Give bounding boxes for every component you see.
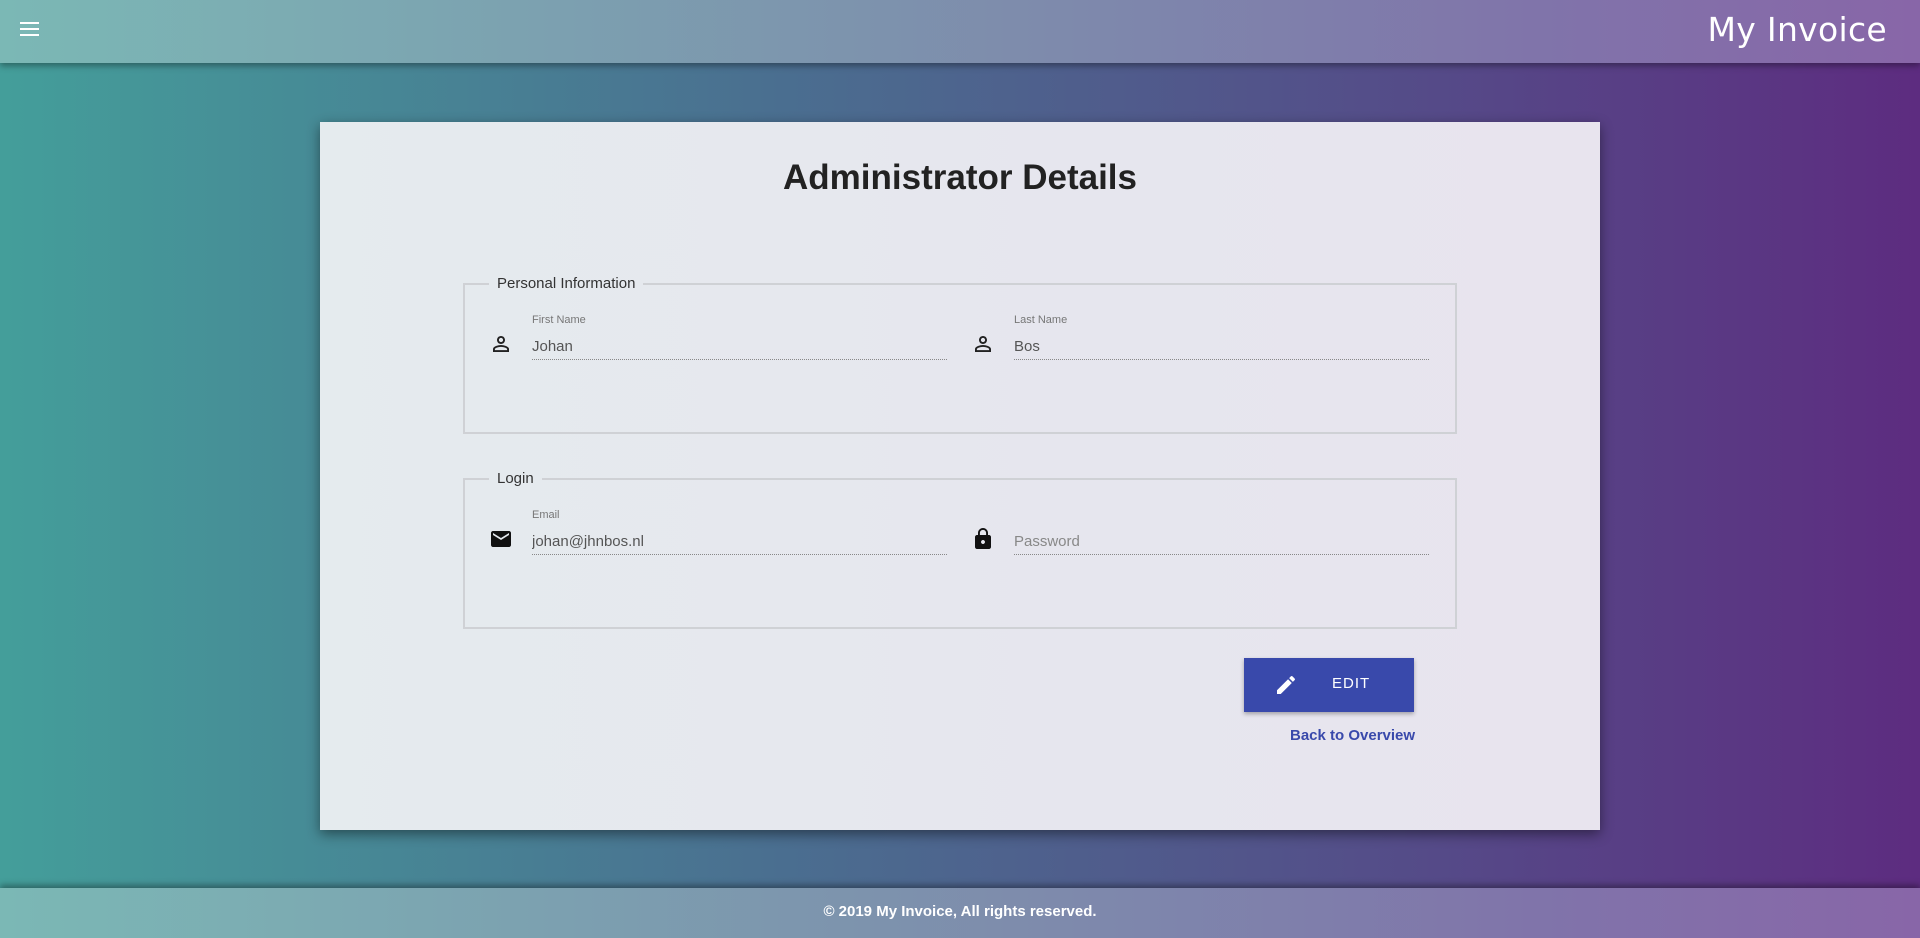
last-name-field: Last Name [971,314,1429,374]
last-name-input[interactable] [1014,334,1429,360]
personal-information-section: Personal Information First Name Last Nam… [463,275,1457,434]
email-label: Email [532,509,560,521]
first-name-field: First Name [489,314,947,374]
administrator-details-card: Administrator Details Personal Informati… [320,122,1600,830]
app-title: My Invoice [1707,10,1887,49]
first-name-input[interactable] [532,334,947,360]
login-section: Login Email [463,470,1457,629]
lock-icon [975,528,991,549]
person-icon [493,336,509,352]
back-to-overview-link[interactable]: Back to Overview [1290,727,1415,744]
first-name-label: First Name [532,314,586,326]
mail-icon [491,531,511,547]
pencil-icon [1277,675,1296,694]
email-input[interactable] [532,529,947,555]
personal-information-legend: Personal Information [497,275,636,292]
copyright-text: © 2019 My Invoice, All rights reserved. [823,903,1097,920]
person-icon [975,336,991,352]
email-field: Email [489,509,947,569]
footer: © 2019 My Invoice, All rights reserved. [0,888,1920,938]
password-field [971,509,1429,569]
last-name-label: Last Name [1014,314,1068,326]
edit-button-label: EDIT [1332,675,1371,692]
page-title: Administrator Details [783,158,1137,197]
top-app-bar: My Invoice [0,0,1920,63]
login-legend: Login [497,470,534,487]
password-input[interactable] [1014,529,1429,555]
menu-icon[interactable] [20,22,40,38]
edit-button[interactable]: EDIT [1244,658,1414,712]
